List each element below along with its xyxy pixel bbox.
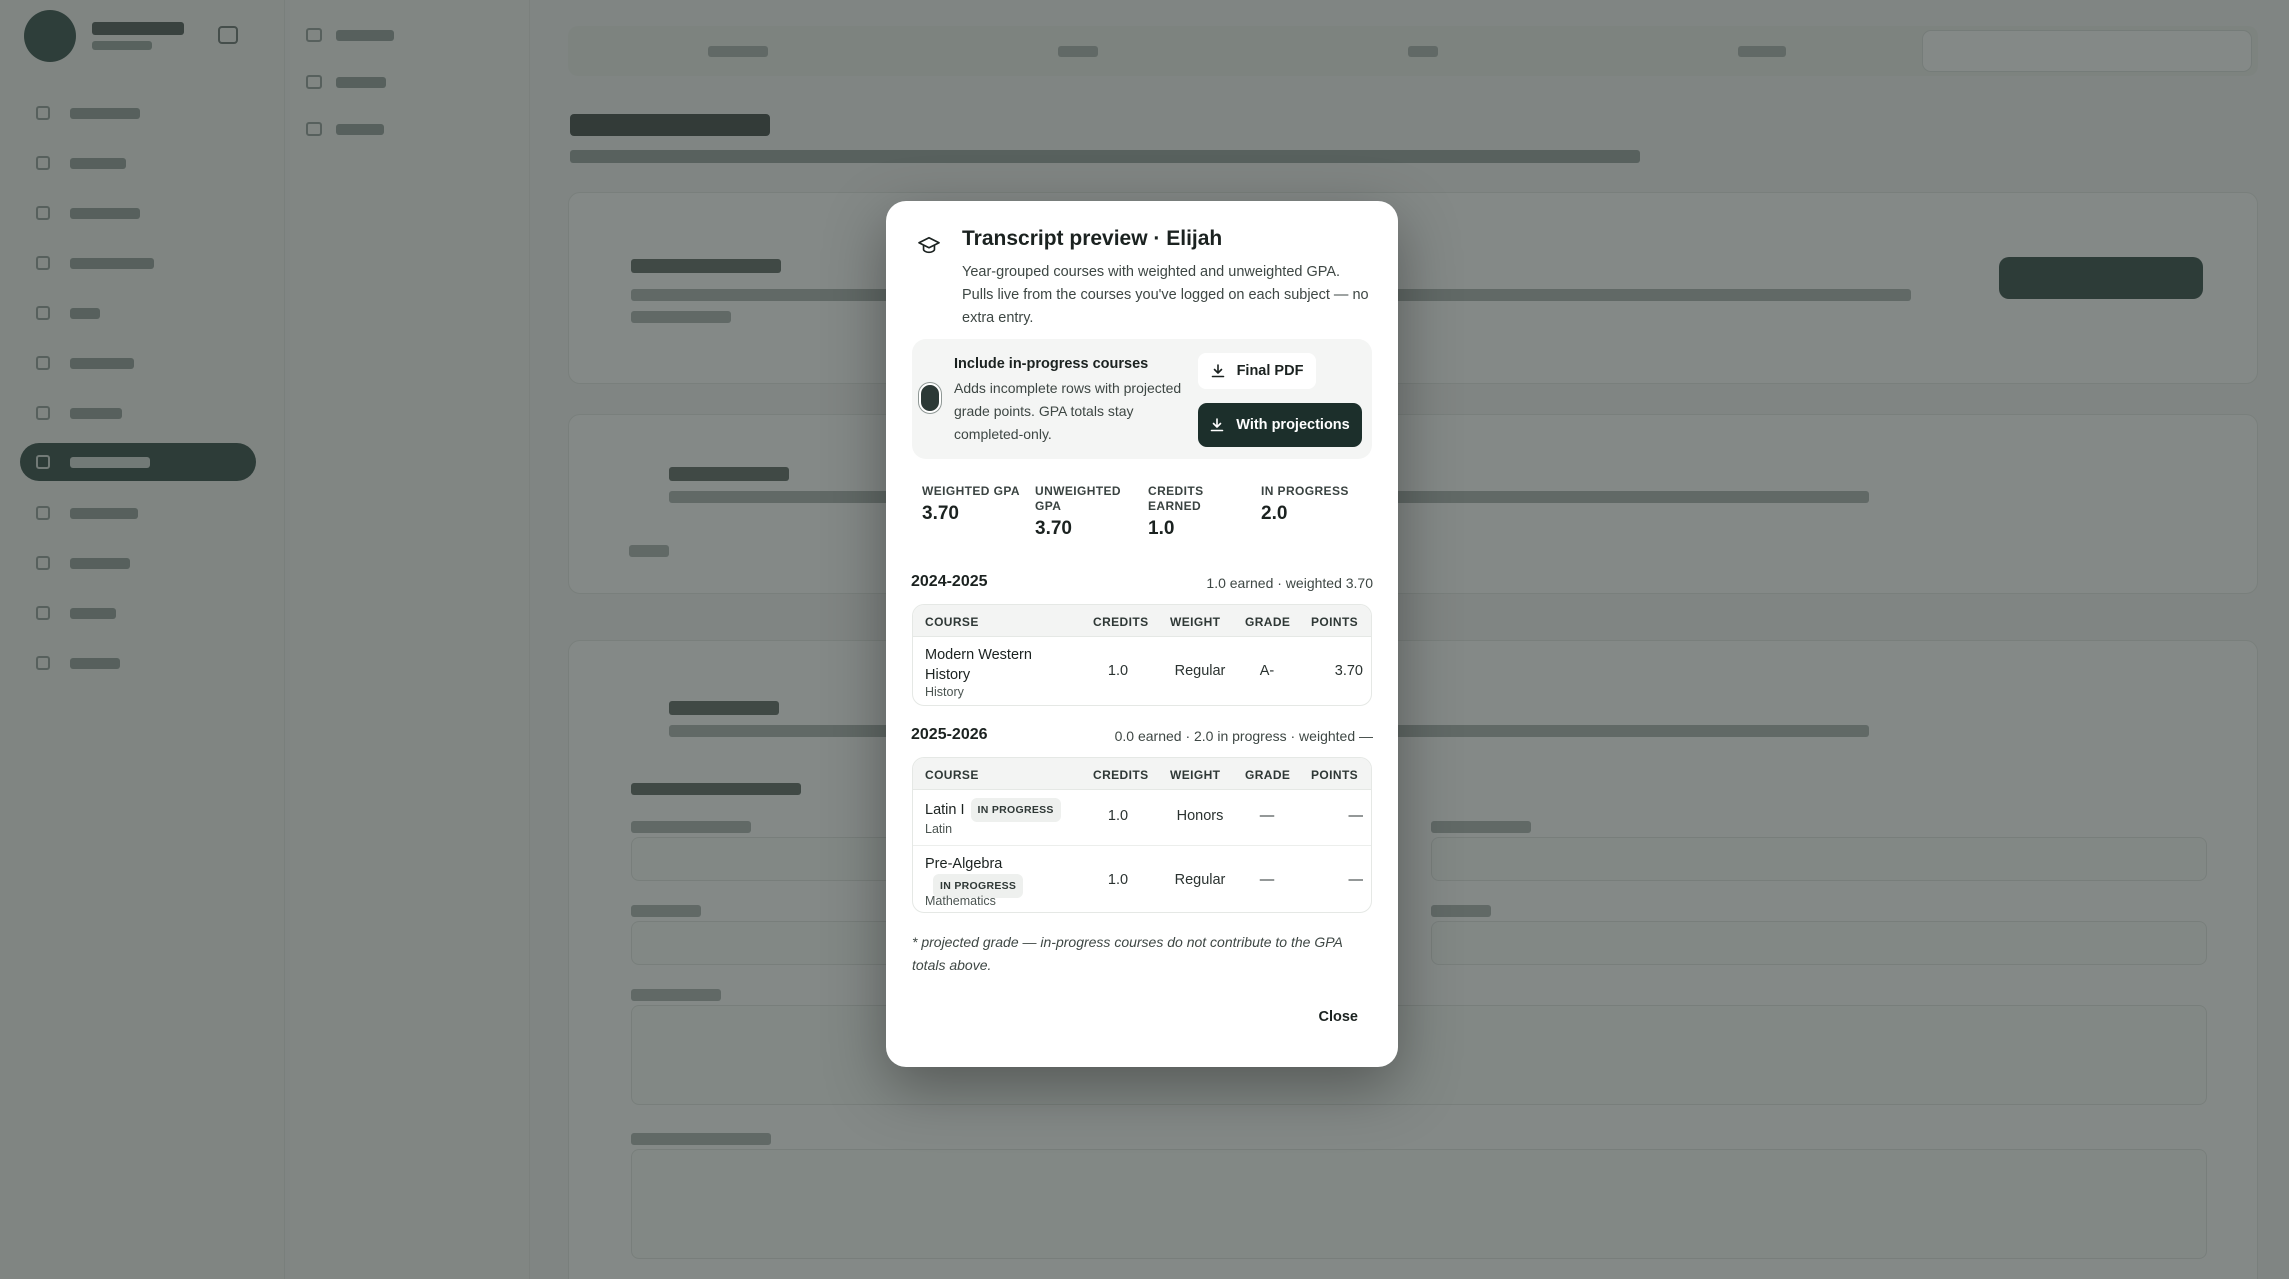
final-pdf-label: Final PDF: [1236, 363, 1304, 379]
table-row: Latin I IN PROGRESS Latin 1.0 Honors — —: [913, 790, 1371, 846]
table-header: COURSE CREDITS WEIGHT GRADE POINTS: [913, 758, 1371, 790]
course-credits: 1.0: [1107, 872, 1129, 888]
year-label: 2025-2026: [911, 726, 988, 743]
col-grade: GRADE: [1245, 615, 1291, 629]
course-grade: A-: [1259, 663, 1275, 679]
course-weight: Regular: [1174, 663, 1226, 679]
stat-value: 3.70: [1035, 518, 1072, 539]
stat-value: 3.70: [922, 503, 959, 524]
course-name-cell: Latin I IN PROGRESS: [925, 798, 1085, 822]
course-name-cell: Pre-Algebra IN PROGRESS: [925, 854, 1045, 898]
with-projections-button[interactable]: With projections: [1198, 403, 1362, 447]
col-weight: WEIGHT: [1170, 615, 1221, 629]
course-name: Modern Western History: [925, 647, 1032, 683]
in-progress-option-panel: Include in-progress courses Adds incompl…: [912, 339, 1372, 459]
course-credits: 1.0: [1107, 808, 1129, 824]
stat-label: IN PROGRESS: [1261, 484, 1349, 498]
final-pdf-button[interactable]: Final PDF: [1198, 353, 1316, 389]
course-credits: 1.0: [1107, 663, 1129, 679]
course-name: Latin I: [925, 801, 965, 818]
stat-weighted-gpa: WEIGHTED GPA 3.70: [922, 484, 1027, 525]
with-projections-label: With projections: [1236, 417, 1350, 433]
projection-footnote: * projected grade — in-progress courses …: [912, 934, 1343, 973]
dialog-description: Year-grouped courses with weighted and u…: [962, 264, 1369, 326]
stat-in-progress: IN PROGRESS 2.0: [1261, 484, 1366, 525]
download-icon: [1210, 418, 1224, 432]
year-label: 2024-2025: [911, 573, 988, 590]
course-grade: —: [1259, 808, 1275, 824]
stat-label: CREDITS EARNED: [1148, 484, 1204, 513]
course-points: —: [1348, 872, 1364, 888]
dialog-title: Transcript preview · Elijah: [962, 227, 1223, 250]
transcript-preview-dialog: Transcript preview · Elijah Year-grouped…: [886, 201, 1398, 1067]
col-weight: WEIGHT: [1170, 768, 1221, 782]
col-points: POINTS: [1311, 615, 1359, 629]
download-icon: [1211, 364, 1224, 378]
course-name: Pre-Algebra: [925, 856, 1003, 872]
close-button[interactable]: Close: [1319, 1009, 1359, 1025]
stat-credits-earned: CREDITS EARNED 1.0: [1148, 484, 1228, 540]
gpa-stats: WEIGHTED GPA 3.70 UNWEIGHTED GPA 3.70 CR…: [922, 484, 1362, 544]
course-subject: Mathematics: [925, 894, 996, 908]
course-subject: Latin: [925, 822, 953, 836]
stat-unweighted-gpa: UNWEIGHTED GPA 3.70: [1035, 484, 1131, 540]
course-weight: Regular: [1174, 872, 1226, 888]
graduation-cap-icon: [918, 236, 940, 254]
col-grade: GRADE: [1245, 768, 1291, 782]
course-points: 3.70: [1334, 663, 1363, 679]
in-progress-badge: IN PROGRESS: [970, 798, 1061, 822]
stat-label: UNWEIGHTED GPA: [1035, 484, 1121, 513]
table-row: Pre-Algebra IN PROGRESS Mathematics 1.0 R…: [913, 846, 1371, 912]
stat-value: 1.0: [1148, 518, 1175, 539]
stat-label: WEIGHTED GPA: [922, 484, 1020, 498]
year-summary: 0.0 earned · 2.0 in progress · weighted …: [1114, 728, 1373, 744]
course-points: —: [1348, 808, 1364, 824]
option-description: Adds incomplete rows with projected grad…: [954, 380, 1182, 442]
col-course: COURSE: [925, 615, 979, 629]
year-summary: 1.0 earned · weighted 3.70: [1206, 575, 1373, 591]
course-subject: History: [925, 685, 964, 699]
table-header: COURSE CREDITS WEIGHT GRADE POINTS: [913, 605, 1371, 637]
include-in-progress-toggle[interactable]: [919, 383, 941, 413]
course-table: COURSE CREDITS WEIGHT GRADE POINTS Moder…: [912, 604, 1372, 706]
col-course: COURSE: [925, 768, 979, 782]
col-credits: CREDITS: [1093, 615, 1149, 629]
option-title: Include in-progress courses: [954, 356, 1149, 372]
year-header: 2024-2025 1.0 earned · weighted 3.70: [911, 573, 1373, 595]
col-credits: CREDITS: [1093, 768, 1149, 782]
course-weight: Honors: [1176, 808, 1224, 824]
col-points: POINTS: [1311, 768, 1359, 782]
stat-value: 2.0: [1261, 503, 1288, 524]
course-table: COURSE CREDITS WEIGHT GRADE POINTS Latin…: [912, 757, 1372, 913]
year-header: 2025-2026 0.0 earned · 2.0 in progress ·…: [911, 726, 1373, 748]
table-row: Modern Western History History 1.0 Regul…: [913, 637, 1371, 705]
course-grade: —: [1259, 872, 1275, 888]
